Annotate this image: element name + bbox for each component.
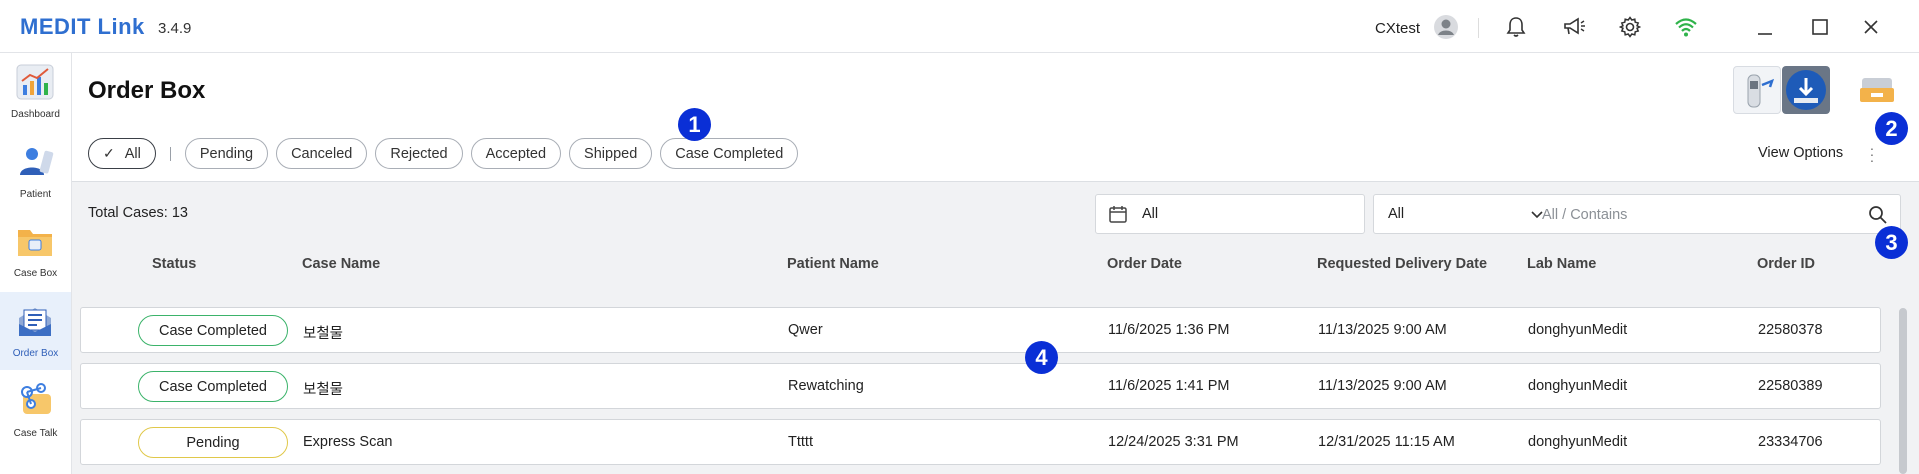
table-row[interactable]: Case Completed 보철물 Rewatching 11/6/2025 … bbox=[80, 363, 1881, 409]
app-version: 3.4.9 bbox=[158, 20, 192, 37]
filter-chip-case-completed[interactable]: Case Completed bbox=[660, 138, 799, 169]
scrollbar[interactable] bbox=[1899, 308, 1907, 474]
column-order-id[interactable]: Order ID bbox=[1757, 256, 1815, 272]
check-icon: ✓ bbox=[103, 145, 115, 161]
annotation-badge-1: 1 bbox=[678, 108, 711, 141]
column-requested-delivery-date[interactable]: Requested Delivery Date bbox=[1317, 256, 1487, 272]
wifi-icon[interactable] bbox=[1673, 14, 1699, 40]
sidebar: Dashboard Patient Case Box Order Box Cas… bbox=[0, 53, 72, 474]
case-name: Express Scan bbox=[303, 434, 393, 450]
page-title: Order Box bbox=[88, 77, 206, 104]
sidebar-item-label: Patient bbox=[19, 189, 52, 200]
search-field-select[interactable]: All bbox=[1388, 206, 1404, 222]
delivery-date: 12/31/2025 11:15 AM bbox=[1318, 434, 1455, 450]
lab-name: donghyunMedit bbox=[1528, 434, 1628, 450]
gear-icon[interactable] bbox=[1617, 14, 1643, 40]
order-date: 12/24/2025 3:31 PM bbox=[1108, 434, 1239, 450]
order-date: 11/6/2025 1:41 PM bbox=[1108, 378, 1230, 394]
status-badge: Case Completed bbox=[138, 315, 288, 346]
sidebar-item-order-box[interactable]: Order Box bbox=[0, 292, 71, 370]
sidebar-item-label: Case Talk bbox=[13, 428, 58, 439]
scanner-transfer-button[interactable] bbox=[1733, 66, 1781, 114]
table-toolbar: Total Cases: 13 All All 3 bbox=[72, 183, 1919, 259]
patient-icon bbox=[15, 143, 55, 181]
order-id: 22580389 bbox=[1758, 378, 1823, 394]
annotation-badge-4: 4 bbox=[1025, 341, 1058, 374]
filter-chip-shipped[interactable]: Shipped bbox=[569, 138, 653, 169]
folder-icon bbox=[15, 222, 55, 260]
sidebar-item-label: Case Box bbox=[13, 268, 58, 279]
view-options-button[interactable]: View Options bbox=[1758, 145, 1843, 161]
case-name: 보철물 bbox=[303, 326, 344, 342]
patient-name: Rewatching bbox=[788, 378, 864, 394]
main-content: Order Box ✓ All Pending Canceled Rejected… bbox=[72, 53, 1919, 474]
chat-icon bbox=[15, 382, 55, 420]
titlebar-divider bbox=[1478, 18, 1479, 38]
status-filter-bar: ✓ All Pending Canceled Rejected Accepted … bbox=[88, 138, 806, 169]
bell-icon[interactable] bbox=[1503, 14, 1529, 40]
order-box-icon bbox=[15, 302, 55, 340]
filter-label: All bbox=[124, 145, 141, 162]
order-id: 22580378 bbox=[1758, 322, 1823, 338]
delivery-date: 11/13/2025 9:00 AM bbox=[1318, 378, 1447, 394]
status-badge: Pending bbox=[138, 427, 288, 458]
filter-chip-canceled[interactable]: Canceled bbox=[276, 138, 368, 169]
date-filter[interactable]: All bbox=[1095, 194, 1365, 234]
filter-chip-accepted[interactable]: Accepted bbox=[470, 138, 562, 169]
case-name: 보철물 bbox=[303, 382, 344, 398]
sidebar-item-case-talk[interactable]: Case Talk bbox=[0, 372, 71, 450]
close-icon[interactable] bbox=[1858, 14, 1884, 40]
filter-chip-pending[interactable]: Pending bbox=[184, 138, 269, 169]
table-header: Status Case Name Patient Name Order Date… bbox=[72, 249, 1919, 279]
sidebar-item-label: Dashboard bbox=[11, 109, 60, 120]
table-row[interactable]: Case Completed 보철물 Qwer 11/6/2025 1:36 P… bbox=[80, 307, 1881, 353]
search-input[interactable] bbox=[1542, 203, 1842, 227]
column-case-name[interactable]: Case Name bbox=[302, 256, 380, 272]
username[interactable]: CXtest bbox=[1375, 20, 1420, 37]
page-header: Order Box ✓ All Pending Canceled Rejected… bbox=[72, 53, 1919, 182]
date-filter-value: All bbox=[1142, 206, 1159, 222]
patient-name: Ttttt bbox=[788, 434, 813, 450]
table-row[interactable]: Pending Express Scan Ttttt 12/24/2025 3:… bbox=[80, 419, 1881, 465]
search-bar: All bbox=[1373, 194, 1901, 234]
total-cases: Total Cases: 13 bbox=[88, 205, 188, 221]
app-logo: MEDIT Link bbox=[20, 14, 145, 39]
minimize-icon[interactable] bbox=[1752, 14, 1778, 40]
column-order-date[interactable]: Order Date bbox=[1107, 256, 1182, 272]
calendar-icon bbox=[1109, 206, 1127, 223]
search-icon[interactable] bbox=[1868, 205, 1888, 225]
annotation-badge-2: 2 bbox=[1875, 112, 1908, 145]
status-badge: Case Completed bbox=[138, 371, 288, 402]
order-date: 11/6/2025 1:36 PM bbox=[1108, 322, 1230, 338]
column-status[interactable]: Status bbox=[152, 256, 196, 272]
patient-name: Qwer bbox=[788, 322, 823, 338]
filter-chip-rejected[interactable]: Rejected bbox=[375, 138, 463, 169]
avatar-icon[interactable] bbox=[1433, 14, 1459, 40]
delivery-date: 11/13/2025 9:00 AM bbox=[1318, 322, 1447, 338]
chart-icon bbox=[15, 63, 55, 101]
sidebar-item-dashboard[interactable]: Dashboard bbox=[0, 53, 71, 131]
order-box-tray-icon[interactable] bbox=[1853, 66, 1901, 114]
column-lab-name[interactable]: Lab Name bbox=[1527, 256, 1596, 272]
column-patient-name[interactable]: Patient Name bbox=[787, 256, 879, 272]
filter-separator bbox=[169, 146, 171, 161]
download-button[interactable] bbox=[1782, 66, 1830, 114]
title-bar: MEDIT Link 3.4.9 CXtest bbox=[0, 0, 1919, 53]
sidebar-item-patient[interactable]: Patient bbox=[0, 133, 71, 211]
more-options-icon[interactable]: · · · bbox=[1869, 141, 1875, 167]
filter-chip-all[interactable]: ✓ All bbox=[88, 138, 156, 169]
megaphone-icon[interactable] bbox=[1561, 14, 1587, 40]
sidebar-item-label: Order Box bbox=[12, 348, 59, 359]
order-id: 23334706 bbox=[1758, 434, 1823, 450]
sidebar-item-case-box[interactable]: Case Box bbox=[0, 212, 71, 290]
lab-name: donghyunMedit bbox=[1528, 322, 1628, 338]
lab-name: donghyunMedit bbox=[1528, 378, 1628, 394]
maximize-icon[interactable] bbox=[1807, 14, 1833, 40]
